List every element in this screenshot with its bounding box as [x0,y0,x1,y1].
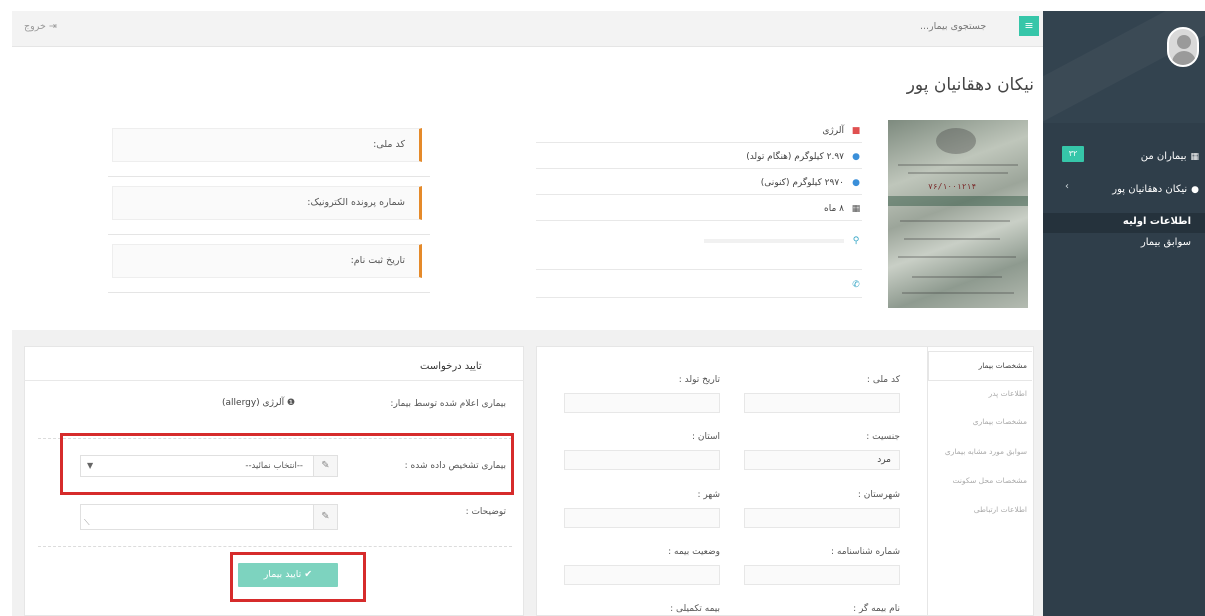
info-text: آلرژی [822,126,844,136]
grid-icon: ▦ [1190,152,1199,162]
gender-field[interactable]: مرد [744,450,900,470]
bookmark-icon: ■ [851,126,861,136]
sidebar-item-label: نیکان دهقانیان پور [1112,184,1188,195]
highlight-confirm-box [230,552,366,602]
highlight-diagnosis-box [60,433,514,495]
city-field[interactable] [564,508,720,528]
info-row-address: ⚲ [536,230,862,270]
sidebar-item-label: بیماران من [1140,151,1187,162]
field-label-county: شهرستان : [857,490,900,500]
logout-icon: ⇥ [48,21,57,32]
map-marker-icon: ⚲ [852,236,860,246]
declared-disease-value: ❶ آلرژی (allergy) [222,398,295,408]
description-label: توضیحات : [465,507,506,517]
national-code-field[interactable] [744,393,900,413]
info-text: ۲.۹۷ کیلوگرم (هنگام تولد) [746,152,844,162]
sidebar-item-my-patients[interactable]: ▦بیماران من [1141,151,1199,162]
insurance-status-field[interactable] [564,565,720,585]
request-panel-title: تایید درخواست [420,361,482,372]
birth-certificate-photo: ۷۶/۱۰۰۱۲۱۴ [888,120,1028,308]
birth-date-field[interactable] [564,393,720,413]
patient-search-input[interactable]: جستجوی بیمار... [920,21,986,32]
description-textarea[interactable]: ✎ ⟍ [80,504,338,530]
resize-handle-icon[interactable]: ⟍ [84,518,90,528]
tab-father-info[interactable]: اطلاعات پدر [931,379,1027,409]
user-icon: ● [1191,185,1199,195]
info-row-allergy: ■ آلرژی [536,120,862,143]
divider [108,234,430,235]
divider [108,292,430,293]
top-bar [12,11,1043,47]
info-row-age: ▦ ۸ ماه [536,198,862,221]
logout-label: خروج [24,21,46,32]
logout-link[interactable]: ⇥ خروج [24,21,57,32]
page-title: نیکان دهقانیان پور [906,75,1034,95]
info-row-current-weight: ● ۲۹۷۰ کیلوگرم (کنونی) [536,172,862,195]
tab-residence-info[interactable]: مشخصات محل سکونت [931,466,1027,496]
info-row-birth-weight: ● ۲.۹۷ کیلوگرم (هنگام تولد) [536,146,862,169]
info-text: ۲۹۷۰ کیلوگرم (کنونی) [760,178,844,188]
sidebar-item-basic-info[interactable]: اطلاعات اولیه [1123,216,1191,227]
divider [108,176,430,177]
edit-icon: ✎ [313,505,337,529]
menu-toggle-button[interactable]: ≡ [1019,16,1039,36]
avatar[interactable] [1167,27,1199,67]
tab-contact-info[interactable]: اطلاعات ارتباطی [931,495,1027,525]
info-circle-icon: ● [852,178,860,188]
info-row-phone: ✆ [536,274,862,298]
field-label-supplementary-insurance: بیمه تکمیلی : [670,604,720,614]
field-label-gender: جنسیت : [866,432,900,442]
field-label-insurer: نام بیمه گر : [853,604,900,614]
hamburger-icon: ≡ [1024,19,1034,32]
birth-cert-number-field[interactable] [744,565,900,585]
divider [24,380,524,381]
sidebar-item-history[interactable]: سوابق بیمار [1141,237,1191,248]
tab-disease-info[interactable]: مشخصات بیماری [931,407,1027,437]
sidebar-item-current-patient[interactable]: ●نیکان دهقانیان پور [1112,184,1199,195]
field-label-insurance-status: وضعیت بیمه : [668,547,720,557]
registration-date-callout: تاریخ ثبت نام: [112,244,422,278]
calendar-icon: ▦ [851,204,861,214]
field-label-birth-date: تاریخ تولد : [678,375,720,385]
info-text: ۸ ماه [824,204,844,214]
national-code-callout: کد ملی: [112,128,422,162]
tab-patient-info[interactable]: مشخصات بیمار [931,351,1027,381]
field-label-national-code: کد ملی : [866,375,900,385]
info-icon: ❶ [287,398,296,408]
patients-count-badge: ۳۲ [1062,146,1084,162]
certificate-number: ۷۶/۱۰۰۱۲۱۴ [928,182,977,191]
tab-similar-cases[interactable]: سوابق مورد مشابه بیماری [931,437,1027,467]
info-circle-icon: ● [852,152,860,162]
divider [38,546,512,547]
declared-disease-label: بیماری اعلام شده توسط بیمار: [390,399,506,409]
sidebar-header [1043,11,1205,123]
field-label-city: شهر : [697,490,720,500]
electronic-file-callout: شماره پرونده الکترونیک: [112,186,422,220]
chevron-left-icon[interactable]: ‹ [1065,181,1069,192]
declared-disease-text: آلرژی (allergy) [222,398,285,408]
field-label-birth-cert-number: شماره شناسنامه : [831,547,900,557]
field-label-province: استان : [691,432,720,442]
phone-icon: ✆ [852,280,860,290]
county-field[interactable] [744,508,900,528]
province-field[interactable] [564,450,720,470]
